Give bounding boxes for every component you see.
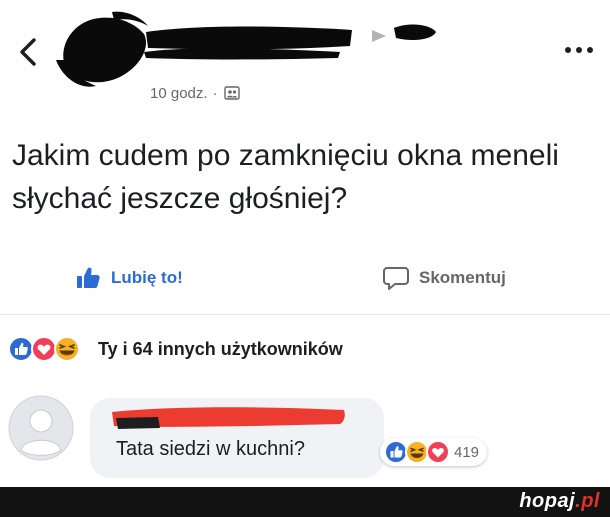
comment-button[interactable]: Skomentuj <box>382 264 506 292</box>
love-reaction-icon <box>426 440 450 464</box>
haha-reaction-icon <box>405 440 429 464</box>
like-label: Lubię to! <box>111 268 183 287</box>
comment-reaction-icons <box>384 440 450 464</box>
haha-reaction-icon <box>54 336 80 362</box>
watermark-bar: hopaj.pl <box>0 487 610 517</box>
redacted-author-name <box>140 20 440 60</box>
post-meta: 10 godz. · <box>150 82 240 104</box>
love-reaction-icon <box>31 336 57 362</box>
comment-bubble-icon <box>382 264 410 292</box>
back-arrow-icon[interactable] <box>14 32 44 72</box>
like-reaction-icon <box>384 440 408 464</box>
post-timestamp[interactable]: 10 godz. <box>150 85 208 102</box>
divider <box>0 314 610 315</box>
like-reaction-icon <box>8 336 34 362</box>
watermark-site: hopaj <box>519 490 576 512</box>
reactions-summary-text: Ty i 64 innych użytkowników <box>98 338 343 359</box>
like-button[interactable]: Lubię to! <box>74 264 183 292</box>
site-watermark: hopaj.pl <box>519 490 600 513</box>
redacted-avatar <box>52 10 152 90</box>
reactions-summary[interactable]: Ty i 64 innych użytkowników <box>8 336 343 362</box>
commenter-avatar[interactable] <box>8 395 74 461</box>
comment-bubble[interactable]: Tata siedzi w kuchni? <box>90 398 384 478</box>
comment-label: Skomentuj <box>419 268 506 287</box>
audience-friends-icon[interactable] <box>223 85 240 101</box>
comment-text: Tata siedzi w kuchni? <box>116 438 305 460</box>
reaction-icons <box>8 336 92 362</box>
comment-reactions[interactable]: 419 <box>380 438 488 466</box>
post-header: 10 godz. · <box>0 0 610 112</box>
comment-reaction-count: 419 <box>454 443 480 461</box>
post-text: Jakim cudem po zamknięciu okna meneli sł… <box>12 139 559 215</box>
thumbs-up-icon <box>74 264 102 292</box>
meta-separator: · <box>212 84 218 102</box>
more-options-icon[interactable] <box>562 42 596 58</box>
watermark-tld: .pl <box>575 490 600 512</box>
redacted-commenter-name <box>108 404 348 430</box>
post-actions: Lubię to! Skomentuj <box>0 252 610 306</box>
